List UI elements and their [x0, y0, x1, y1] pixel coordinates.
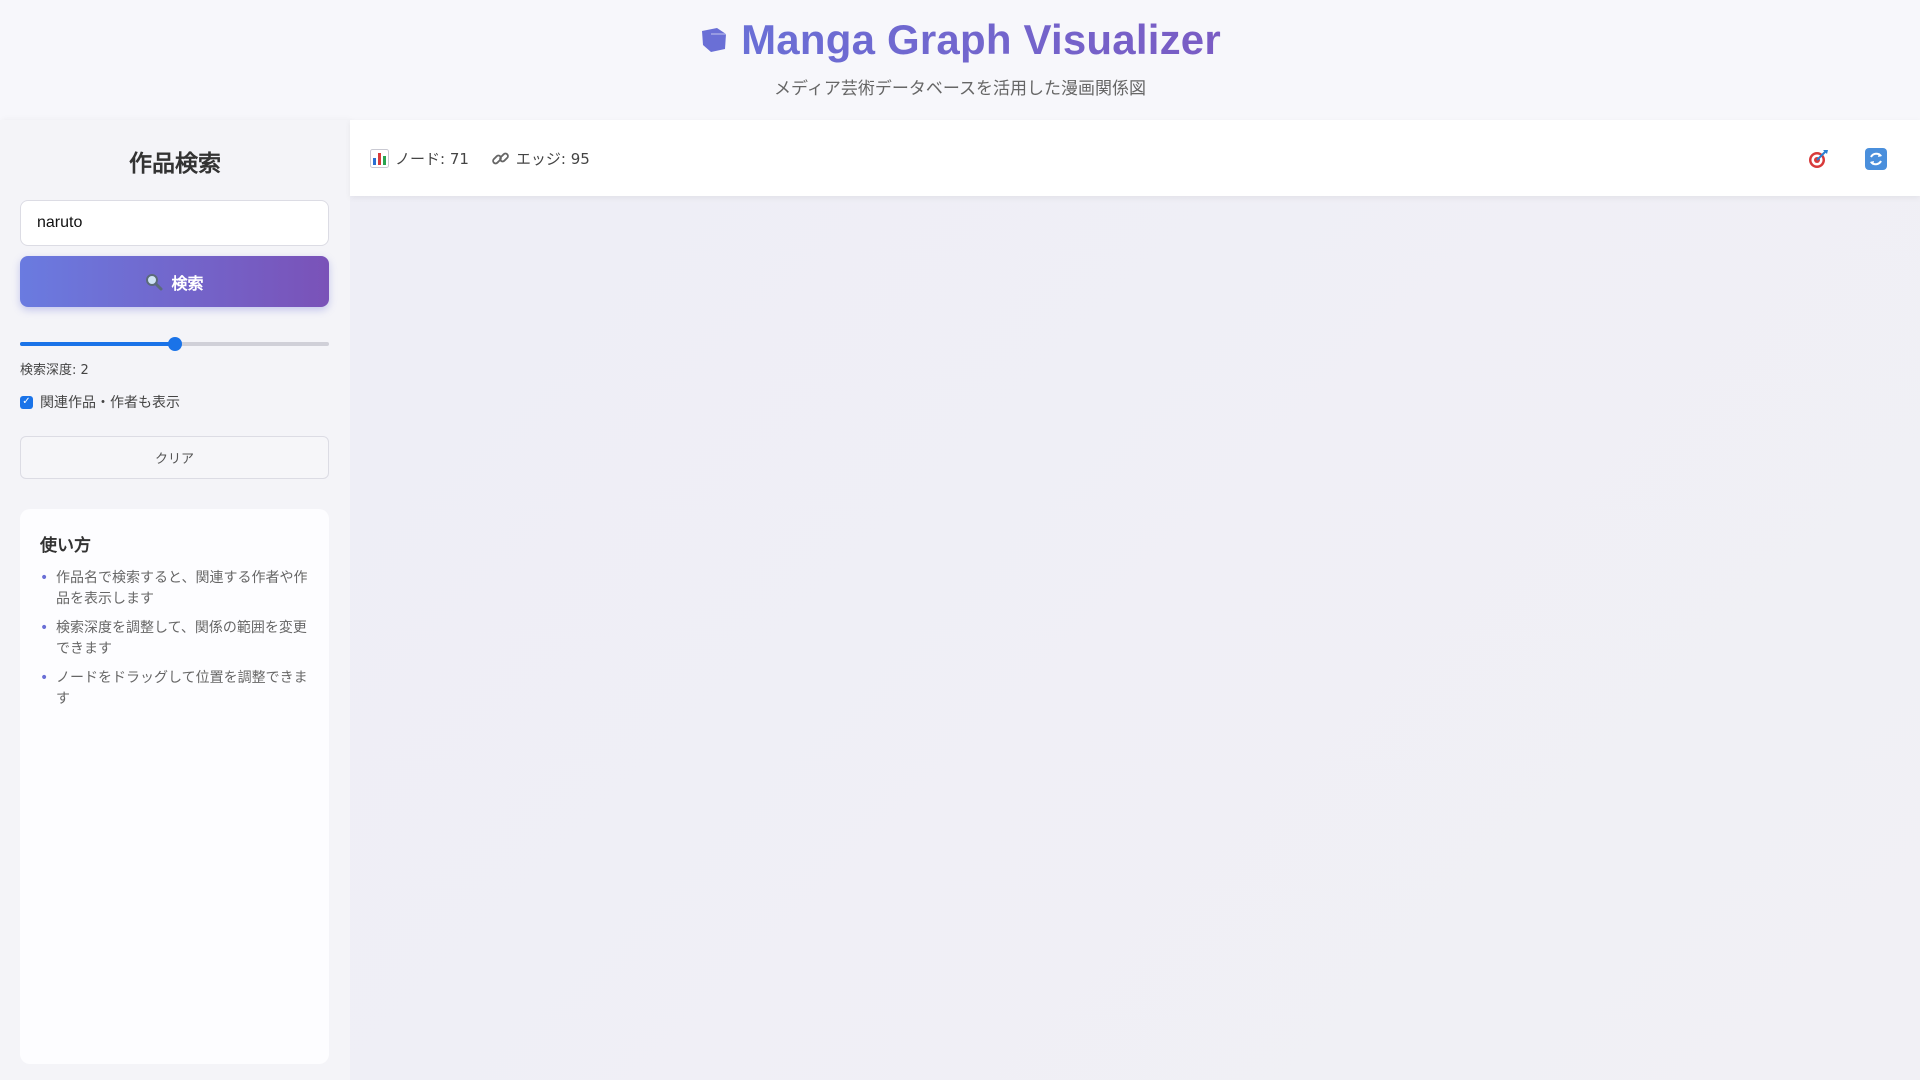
clear-button[interactable]: クリア — [20, 436, 329, 479]
edge-count: エッジ: 95 — [491, 148, 590, 169]
app-title: Manga Graph Visualizer — [741, 16, 1221, 63]
bullet-icon: • — [40, 570, 49, 586]
sidebar-title: 作品検索 — [129, 151, 221, 177]
graph-panel: ノード: 71 エッジ: 95 — [350, 120, 1920, 1080]
help-item-text: 検索深度を調整して、関係の範囲を変更できます — [56, 620, 307, 657]
bullet-icon: • — [40, 620, 49, 636]
help-item: • 検索深度を調整して、関係の範囲を変更できます — [40, 618, 309, 660]
title-row: Manga Graph Visualizer — [0, 16, 1920, 64]
bullet-icon: • — [40, 670, 49, 686]
show-related-row[interactable]: ✓ 関連作品・作者も表示 — [20, 392, 330, 412]
depth-label: 検索深度: 2 — [20, 363, 89, 378]
app-subtitle: メディア芸術データベースを活用した漫画関係図 — [774, 79, 1146, 99]
slider-fill — [20, 342, 175, 346]
book-icon — [702, 28, 727, 52]
help-list: • 作品名で検索すると、関連する作者や作品を表示します • 検索深度を調整して、… — [40, 568, 309, 710]
graph-canvas[interactable] — [350, 196, 1920, 1080]
depth-slider[interactable] — [20, 337, 329, 351]
bar-chart-icon — [370, 148, 389, 168]
node-count: ノード: 71 — [370, 148, 469, 169]
center-graph-button[interactable] — [1805, 146, 1831, 172]
search-button[interactable]: 検索 — [20, 256, 329, 307]
help-item-text: ノードをドラッグして位置を調整できます — [56, 670, 308, 707]
target-icon — [1809, 150, 1828, 168]
search-button-label: 検索 — [171, 275, 204, 293]
link-icon — [492, 152, 509, 164]
show-related-checkbox[interactable]: ✓ — [20, 395, 33, 409]
app-header: Manga Graph Visualizer メディア芸術データベースを活用した… — [0, 0, 1920, 120]
search-input[interactable] — [20, 200, 329, 246]
help-item-text: 作品名で検索すると、関連する作者や作品を表示します — [56, 570, 308, 607]
stats-bar: ノード: 71 エッジ: 95 — [350, 120, 1920, 196]
node-count-label: ノード: 71 — [395, 149, 469, 168]
help-title: 使い方 — [40, 536, 91, 556]
help-item: • 作品名で検索すると、関連する作者や作品を表示します — [40, 568, 309, 610]
help-item: • ノードをドラッグして位置を調整できます — [40, 668, 309, 710]
slider-thumb[interactable] — [167, 337, 182, 351]
refresh-icon — [1865, 148, 1887, 170]
show-related-label: 関連作品・作者も表示 — [40, 395, 180, 411]
sidebar: 作品検索 検索 検索深度: 2 ✓ 関連作品・作者も表示 クリア 使い方 • 作… — [0, 120, 350, 1080]
help-card: 使い方 • 作品名で検索すると、関連する作者や作品を表示します • 検索深度を調… — [20, 509, 329, 1064]
search-icon — [146, 273, 163, 290]
reset-graph-button[interactable] — [1863, 146, 1889, 172]
edge-count-label: エッジ: 95 — [515, 149, 590, 168]
